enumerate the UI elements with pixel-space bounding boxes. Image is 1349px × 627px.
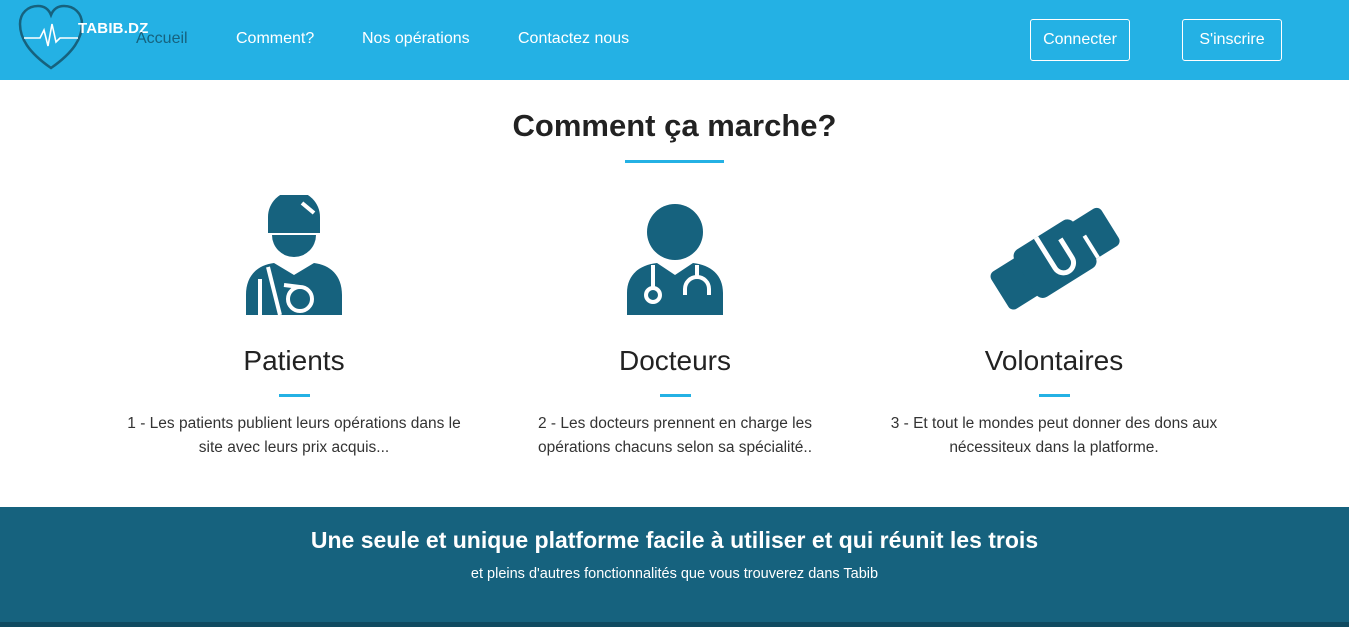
nav-link-comment[interactable]: Comment?	[236, 30, 314, 48]
feature-desc-line: nécessiteux dans la platforme.	[949, 439, 1159, 456]
feature-desc-line: 3 - Et tout le mondes peut donner des do…	[890, 415, 1218, 432]
feature-description: 3 - Et tout le mondes peut donner des do…	[874, 412, 1234, 460]
feature-underline	[660, 394, 691, 397]
banner-title: Une seule et unique platforme facile à u…	[310, 527, 1039, 553]
feature-description: 1 - Les patients publient leurs opératio…	[114, 412, 474, 460]
feature-desc-line: opérations chacuns selon sa spécialité..	[538, 439, 812, 456]
feature-underline	[1039, 394, 1070, 397]
feature-title: Volontaires	[984, 345, 1124, 376]
feature-description: 2 - Les docteurs prennent en charge les …	[495, 412, 855, 460]
doctor-icon	[625, 195, 725, 320]
nav-link-operations[interactable]: Nos opérations	[362, 30, 470, 48]
top-navbar: TABIB.DZ Accueil Comment? Nos opérations…	[0, 0, 1349, 80]
feature-title: Docteurs	[618, 345, 732, 376]
feature-desc-line: 2 - Les docteurs prennent en charge les	[537, 415, 812, 432]
feature-desc-line: site avec leurs prix acquis...	[198, 439, 390, 456]
connect-button[interactable]: Connecter	[1030, 19, 1130, 61]
bottom-strip	[0, 622, 1349, 627]
info-banner: Une seule et unique platforme facile à u…	[0, 507, 1349, 627]
nav-link-accueil[interactable]: Accueil	[136, 30, 188, 48]
injured-patient-icon	[244, 191, 344, 320]
signup-button[interactable]: S'inscrire	[1182, 19, 1282, 61]
feature-title: Patients	[243, 345, 345, 376]
feature-desc-line: 1 - Les patients publient leurs opératio…	[127, 415, 461, 432]
heart-pulse-icon	[18, 4, 84, 70]
section-title: Comment ça marche?	[512, 108, 837, 143]
feature-underline	[279, 394, 310, 397]
handshake-icon	[979, 195, 1129, 320]
nav-link-contact[interactable]: Contactez nous	[518, 30, 629, 48]
brand-logo[interactable]: TABIB.DZ	[18, 4, 148, 72]
title-underline	[625, 160, 724, 163]
banner-subtitle: et pleins d'autres fonctionnalités que v…	[470, 566, 879, 582]
